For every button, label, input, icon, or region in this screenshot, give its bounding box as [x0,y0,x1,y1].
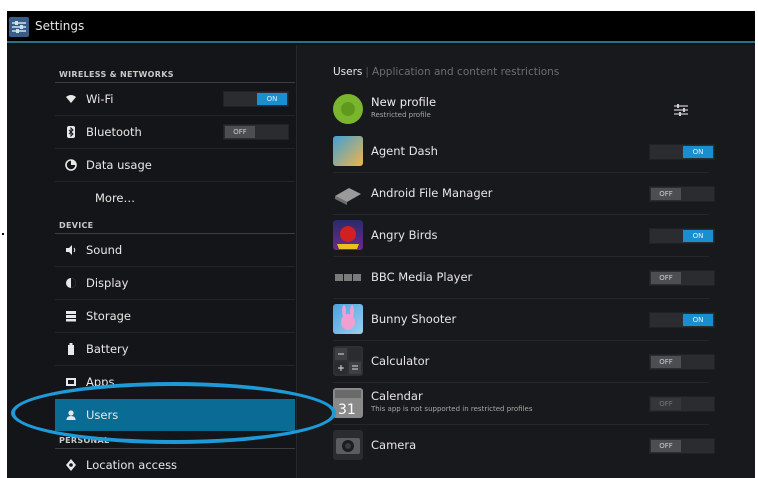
wifi-icon [65,93,77,105]
app-toggle[interactable]: OFF [649,438,715,454]
section-header-device: DEVICE [59,221,94,230]
angry-birds-icon [333,220,363,250]
nav-label-more: More… [95,191,136,205]
profile-name: New profile [371,95,437,109]
app-name: Bunny Shooter [371,312,457,326]
nav-item-more[interactable]: More… [55,182,295,214]
nav-label-wifi: Wi-Fi [86,92,114,106]
app-toggle[interactable]: ON [649,312,715,328]
nav-label-location-access: Location access [86,458,178,472]
wifi-toggle[interactable]: ON [223,91,289,107]
display-icon [65,277,77,289]
nav-item-data-usage[interactable]: Data usage [55,149,295,181]
nav-label-bluetooth: Bluetooth [86,125,142,139]
svg-text:31: 31 [338,402,356,418]
nav-item-bluetooth[interactable]: Bluetooth OFF [55,116,295,148]
settings-app-icon[interactable] [9,17,29,37]
toggle-state: OFF [651,398,681,410]
toggle-state: OFF [651,356,681,368]
app-name: Agent Dash [371,144,438,158]
storage-icon [65,310,77,322]
app-row-agent-dash: Agent Dash ON [333,131,715,173]
app-title: Settings [35,19,85,33]
app-row-bunny-shooter: Bunny Shooter ON [333,299,715,341]
calculator-icon [333,346,363,376]
toggle-state: ON [683,314,713,326]
nav-item-display[interactable]: Display [55,267,295,299]
app-name: Angry Birds [371,228,438,242]
app-toggle[interactable]: ON [649,144,715,160]
app-row-calendar: 31 Calendar This app is not supported in… [333,383,715,425]
app-name: BBC Media Player [371,270,473,284]
app-row-android-file-manager: Android File Manager OFF [333,173,715,215]
nav-item-battery[interactable]: Battery [55,333,295,365]
data-usage-icon [65,159,77,171]
app-row-camera: Camera OFF [333,425,715,467]
app-name: Camera [371,438,417,452]
app-row-angry-birds: Angry Birds ON [333,215,715,257]
settings-nav-pane: WIRELESS & NETWORKS Wi-Fi ON Bluetooth O… [7,45,297,478]
nav-label-storage: Storage [86,309,131,323]
profile-avatar [333,94,363,124]
battery-icon [65,343,77,355]
nav-label-battery: Battery [86,342,129,356]
breadcrumb: Users | Application and content restrictio… [333,66,559,78]
app-toggle[interactable]: OFF [649,354,715,370]
nav-label-display: Display [86,276,129,290]
app-name: Calendar [371,389,423,403]
nav-item-storage[interactable]: Storage [55,300,295,332]
nav-item-location-access[interactable]: Location access [55,449,295,478]
app-name: Android File Manager [371,186,493,200]
file-manager-icon [333,178,363,208]
toggle-state: ON [683,146,713,158]
bbc-icon [333,262,363,292]
section-header-wireless: WIRELESS & NETWORKS [59,70,174,79]
breadcrumb-restrictions: Application and content restrictions [371,66,560,78]
android-settings-screen: Settings WIRELESS & NETWORKS Wi-Fi ON Bl… [7,11,755,478]
breadcrumb-users[interactable]: Users [333,66,362,78]
app-toggle[interactable]: OFF [649,270,715,286]
toggle-state: ON [683,230,713,242]
speaker-icon [65,244,77,256]
breadcrumb-separator: | [365,66,369,78]
nav-item-users[interactable]: Users [55,399,295,431]
location-icon [65,459,77,471]
toggle-state: OFF [651,440,681,452]
nav-label-apps: Apps [86,375,115,389]
profile-subtitle: Restricted profile [371,111,431,119]
bluetooth-icon [65,126,77,138]
app-toggle: OFF [649,396,715,412]
user-icon [65,409,77,421]
bluetooth-toggle-state: OFF [225,126,255,138]
settings-sliders-icon[interactable] [673,102,689,116]
action-bar: Settings [7,11,755,43]
nav-label-sound: Sound [86,243,123,257]
app-name: Calculator [371,354,430,368]
app-row-bbc-media-player: BBC Media Player OFF [333,257,715,299]
nav-label-users: Users [86,408,119,422]
nav-item-wifi[interactable]: Wi-Fi ON [55,83,295,115]
app-toggle[interactable]: ON [649,228,715,244]
wifi-toggle-state: ON [257,93,287,105]
nav-label-data-usage: Data usage [86,158,152,172]
toggle-state: OFF [651,272,681,284]
profile-row[interactable]: New profile Restricted profile [333,89,709,131]
bunny-shooter-icon [333,304,363,334]
calendar-icon: 31 [333,388,363,418]
stray-dot [2,233,4,235]
avatar-face [341,102,355,116]
section-header-personal: PERSONAL [59,436,110,445]
agent-dash-icon [333,136,363,166]
toggle-state: OFF [651,188,681,200]
nav-item-sound[interactable]: Sound [55,234,295,266]
app-toggle[interactable]: OFF [649,186,715,202]
app-row-calculator: Calculator OFF [333,341,715,383]
nav-item-apps[interactable]: Apps [55,366,295,398]
users-detail-pane: Users | Application and content restrictio… [297,45,755,478]
bluetooth-toggle[interactable]: OFF [223,124,289,140]
camera-icon [333,430,363,460]
app-subtitle: This app is not supported in restricted … [371,405,533,413]
apps-icon [65,376,77,388]
